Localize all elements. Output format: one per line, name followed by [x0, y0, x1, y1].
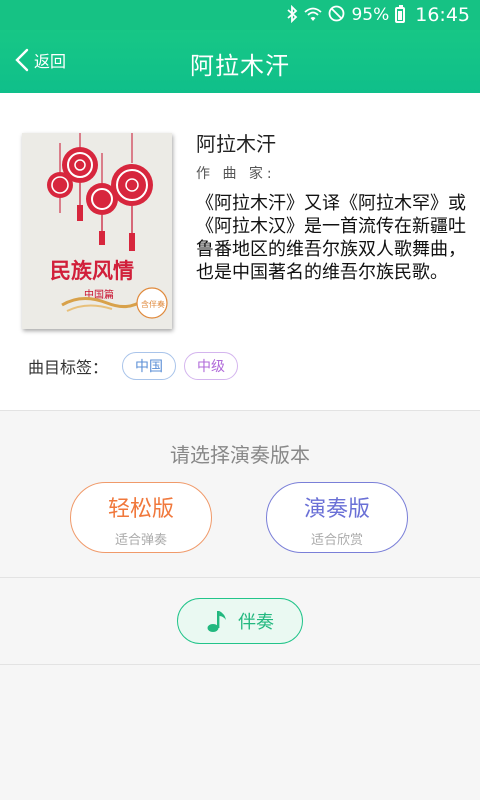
easy-version-label: 轻松版 [107, 497, 174, 522]
easy-version-button[interactable]: 轻松版 适合弹奏 [70, 482, 212, 553]
battery-percent: 95% [351, 5, 390, 25]
song-tags: 曲目标签： 中国 中级 [28, 352, 239, 380]
tag-china[interactable]: 中国 [122, 352, 177, 380]
title-bar: 返回 阿拉木汗 [0, 30, 480, 93]
status-bar: 95% 16:45 [0, 0, 480, 30]
easy-version-sub: 适合弹奏 [114, 533, 167, 548]
bluetooth-icon [286, 4, 298, 26]
accompaniment-section: 伴奏 [0, 579, 480, 665]
performance-version-label: 演奏版 [303, 497, 370, 522]
performance-version-sub: 适合欣赏 [310, 533, 363, 548]
composer-label: 作 曲 家: [196, 166, 276, 182]
wifi-icon [304, 6, 323, 25]
version-prompt: 请选择演奏版本 [170, 443, 310, 467]
accompaniment-button[interactable]: 伴奏 [177, 598, 303, 644]
accompaniment-label: 伴奏 [238, 612, 274, 633]
cover-title: 民族风情 [50, 259, 134, 283]
album-cover: 民族风情 中国篇 含伴奏 [22, 133, 172, 329]
cover-badge: 含伴奏 [141, 299, 165, 309]
song-title: 阿拉木汗 [196, 132, 276, 156]
battery-icon [395, 5, 406, 23]
cover-artwork: 民族风情 中国篇 含伴奏 [22, 133, 172, 329]
music-note-icon [207, 611, 226, 632]
song-description: 《阿拉木汗》又译《阿拉木罕》或《阿拉木汉》是一首流传在新疆吐鲁番地区的维吾尔族双… [196, 193, 466, 283]
clock: 16:45 [415, 4, 470, 26]
song-detail-card: 民族风情 中国篇 含伴奏 阿拉木汗 作 曲 家: 《阿拉木汗》又译《阿拉木罕》或… [0, 93, 480, 411]
do-not-disturb-icon [328, 5, 345, 25]
performance-version-button[interactable]: 演奏版 适合欣赏 [266, 482, 408, 553]
tags-label: 曲目标签： [28, 358, 109, 377]
tag-intermediate[interactable]: 中级 [184, 352, 239, 380]
version-selector: 请选择演奏版本 轻松版 适合弹奏 演奏版 适合欣赏 [0, 412, 480, 578]
page-title: 阿拉木汗 [190, 52, 290, 80]
